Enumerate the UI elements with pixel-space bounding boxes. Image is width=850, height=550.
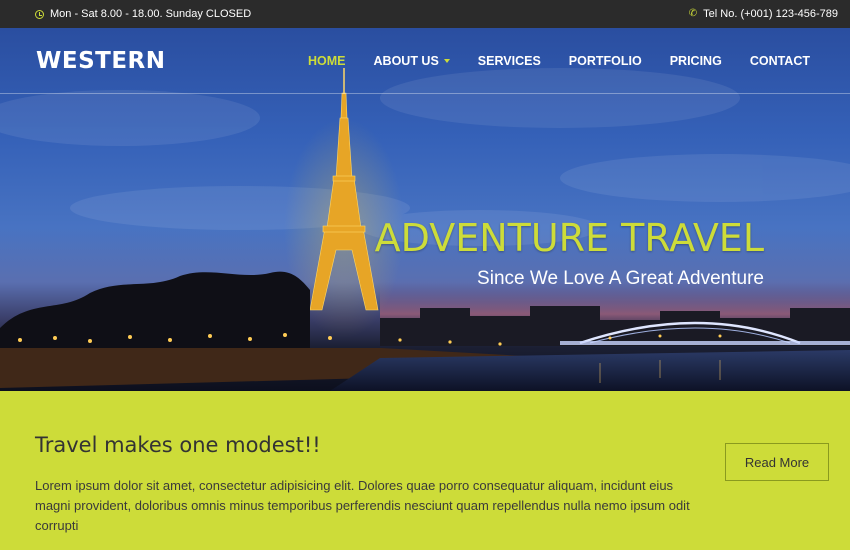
nav-portfolio-label: PORTFOLIO [568,53,642,68]
main-navigation: HOME ABOUT US SERVICES PORTFOLIO PRICING… [294,54,824,68]
nav-about-us[interactable]: ABOUT US [360,54,464,68]
nav-home-label: HOME [308,53,346,68]
caret-down-icon [443,59,450,63]
nav-about-us-label: ABOUT US [373,53,439,68]
clock-icon [35,9,44,19]
opening-hours-text: Mon - Sat 8.00 - 18.00. Sunday CLOSED [50,8,252,20]
nav-pricing[interactable]: PRICING [656,54,736,68]
hero-banner: WESTERN HOME ABOUT US SERVICES PORTFOLIO… [0,28,850,391]
phone-text: Tel No. (+001) 123-456-789 [703,8,838,20]
nav-services[interactable]: SERVICES [464,54,555,68]
opening-hours: Mon - Sat 8.00 - 18.00. Sunday CLOSED [35,8,251,20]
nav-home[interactable]: HOME [294,54,360,68]
hero-title: ADVENTURE TRAVEL [374,216,764,260]
nav-pricing-label: PRICING [669,53,722,68]
hero-subtitle: Since We Love A Great Adventure [477,268,764,289]
nav-contact[interactable]: CONTACT [736,54,824,68]
intro-body-text: Lorem ipsum dolor sit amet, consectetur … [35,478,690,533]
intro-section: Travel makes one modest!! Lorem ipsum do… [0,391,850,550]
site-logo[interactable]: WESTERN [36,48,166,74]
intro-heading: Travel makes one modest!! [35,433,321,457]
phone-icon: ✆ [688,8,698,19]
read-more-button[interactable]: Read More [725,443,829,481]
nav-contact-label: CONTACT [749,53,810,68]
nav-portfolio[interactable]: PORTFOLIO [555,54,656,68]
site-header: WESTERN HOME ABOUT US SERVICES PORTFOLIO… [0,28,850,94]
phone-info: ✆ Tel No. (+001) 123-456-789 [689,8,838,20]
nav-services-label: SERVICES [477,53,541,68]
top-info-bar: Mon - Sat 8.00 - 18.00. Sunday CLOSED ✆ … [0,0,850,28]
